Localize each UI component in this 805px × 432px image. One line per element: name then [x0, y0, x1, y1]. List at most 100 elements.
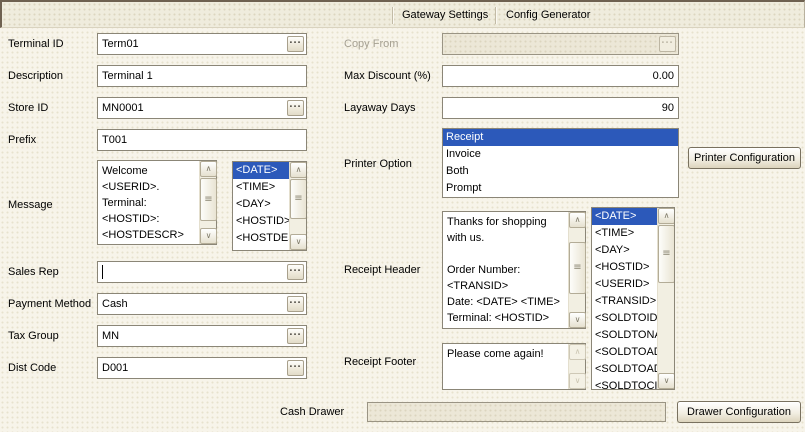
copy-from-browse-button: ...: [659, 36, 676, 52]
scroll-up-icon: ∧: [291, 163, 306, 177]
copy-from-field: ...: [442, 33, 679, 55]
scroll-down-icon: ∨: [201, 229, 216, 243]
sales-rep-label: Sales Rep: [8, 266, 59, 278]
toolbar-button-config-generator[interactable]: Config Generator: [502, 8, 594, 24]
list-item-soldtoname[interactable]: <SOLDTONAME>: [592, 327, 657, 344]
payment-method-browse-button[interactable]: ...: [287, 296, 304, 312]
list-item-invoice[interactable]: Invoice: [443, 146, 678, 163]
sales-rep-field[interactable]: ...: [97, 261, 307, 283]
terminal-id-field[interactable]: Term01 ...: [97, 33, 307, 55]
list-item-hostid[interactable]: <HOSTID>: [233, 213, 289, 230]
list-item-transid[interactable]: <TRANSID>: [592, 293, 657, 310]
list-item-date[interactable]: <DATE>: [592, 208, 657, 225]
cash-drawer-field: [367, 402, 666, 422]
receipt-tags-scrollbar[interactable]: ∧ ≡ ∨: [657, 208, 674, 389]
grip-icon: ≡: [659, 248, 674, 260]
scroll-thumb[interactable]: ≡: [290, 179, 307, 219]
tax-group-browse-button[interactable]: ...: [287, 328, 304, 344]
sales-rep-browse-button[interactable]: ...: [287, 264, 304, 280]
list-item-prompt[interactable]: Prompt: [443, 180, 678, 197]
toolbar-separator: [495, 7, 496, 24]
printer-option-label: Printer Option: [344, 158, 412, 170]
message-text: Welcome <USERID>. Terminal: <HOSTID>: <H…: [98, 162, 198, 243]
list-item-userid[interactable]: <USERID>: [592, 276, 657, 293]
message-tags-list[interactable]: <DATE> <TIME> <DAY> <HOSTID> <HOSTDESCR>…: [232, 161, 307, 251]
ellipsis-icon: ...: [288, 265, 303, 272]
receipt-tags-list[interactable]: <DATE> <TIME> <DAY> <HOSTID> <USERID> <T…: [591, 207, 675, 390]
list-item-receipt[interactable]: Receipt: [443, 129, 678, 146]
list-item-time[interactable]: <TIME>: [592, 225, 657, 242]
ellipsis-icon: ...: [288, 37, 303, 44]
list-item-time[interactable]: <TIME>: [233, 179, 289, 196]
message-tags-scrollbar[interactable]: ∧ ≡ ∨: [289, 162, 306, 250]
toolbar: Gateway Settings Config Generator: [0, 0, 805, 28]
layaway-days-label: Layaway Days: [344, 102, 416, 114]
receipt-header-textarea[interactable]: Thanks for shopping with us. Order Numbe…: [442, 211, 586, 329]
list-item-hostid[interactable]: <HOSTID>: [592, 259, 657, 276]
payment-method-label: Payment Method: [8, 298, 91, 310]
layaway-days-value: 90: [447, 98, 674, 118]
scroll-down-button[interactable]: ∨: [658, 373, 675, 389]
scroll-down-icon: ∨: [291, 235, 306, 249]
layaway-days-field[interactable]: 90: [442, 97, 679, 119]
printer-configuration-button[interactable]: Printer Configuration: [688, 147, 801, 169]
scroll-thumb[interactable]: ≡: [569, 242, 586, 294]
toolbar-button-gateway-settings[interactable]: Gateway Settings: [398, 8, 492, 24]
store-id-field[interactable]: MN0001 ...: [97, 97, 307, 119]
prefix-field[interactable]: T001: [97, 129, 307, 151]
grip-icon: ≡: [291, 193, 306, 205]
sales-rep-value: [102, 262, 284, 282]
scroll-thumb[interactable]: ≡: [200, 178, 217, 221]
ellipsis-icon: ...: [660, 37, 675, 44]
scroll-up-button[interactable]: ∧: [658, 208, 675, 224]
scroll-up-button[interactable]: ∧: [200, 161, 217, 177]
receipt-footer-scrollbar: ∧ ∨: [568, 344, 585, 389]
scroll-down-button[interactable]: ∨: [200, 228, 217, 244]
list-item-both[interactable]: Both: [443, 163, 678, 180]
list-item-date[interactable]: <DATE>: [233, 162, 289, 179]
max-discount-field[interactable]: 0.00: [442, 65, 679, 87]
store-id-browse-button[interactable]: ...: [287, 100, 304, 116]
list-item-day[interactable]: <DAY>: [592, 242, 657, 259]
scroll-up-icon: ∧: [201, 162, 216, 176]
scroll-up-icon: ∧: [659, 209, 674, 223]
dist-code-field[interactable]: D001 ...: [97, 357, 307, 379]
scroll-up-icon: ∧: [570, 213, 585, 227]
scroll-down-icon: ∨: [570, 313, 585, 327]
scroll-up-button[interactable]: ∧: [290, 162, 307, 178]
scroll-down-icon: ∨: [570, 374, 585, 388]
scroll-thumb[interactable]: ≡: [658, 225, 675, 283]
toolbar-separator: [392, 7, 393, 24]
payment-method-field[interactable]: Cash ...: [97, 293, 307, 315]
list-item-userid[interactable]: <USERID>: [233, 247, 289, 251]
list-item-hostdescr[interactable]: <HOSTDESCR>: [233, 230, 289, 247]
scroll-up-button[interactable]: ∧: [569, 212, 586, 228]
tax-group-field[interactable]: MN ...: [97, 325, 307, 347]
ellipsis-icon: ...: [288, 101, 303, 108]
list-item-soldtoaddr1[interactable]: <SOLDTOADDR1>: [592, 344, 657, 361]
receipt-footer-textarea[interactable]: Please come again! ∧ ∨: [442, 343, 586, 390]
terminal-id-browse-button[interactable]: ...: [287, 36, 304, 52]
receipt-header-scrollbar[interactable]: ∧ ≡ ∨: [568, 212, 585, 328]
list-item-day[interactable]: <DAY>: [233, 196, 289, 213]
list-item-soldtocity[interactable]: <SOLDTOCITY>: [592, 378, 657, 390]
dist-code-browse-button[interactable]: ...: [287, 360, 304, 376]
ellipsis-icon: ...: [288, 361, 303, 368]
store-id-value: MN0001: [102, 98, 284, 118]
scroll-down-button[interactable]: ∨: [569, 312, 586, 328]
list-item-soldtoaddr2[interactable]: <SOLDTOADDR2>: [592, 361, 657, 378]
drawer-configuration-button[interactable]: Drawer Configuration: [677, 401, 801, 423]
message-scrollbar[interactable]: ∧ ≡ ∨: [199, 161, 216, 244]
ellipsis-icon: ...: [288, 329, 303, 336]
tax-group-label: Tax Group: [8, 330, 59, 342]
scroll-down-button[interactable]: ∨: [290, 234, 307, 250]
description-field[interactable]: Terminal 1: [97, 65, 307, 87]
terminal-id-label: Terminal ID: [8, 38, 64, 50]
message-textarea[interactable]: Welcome <USERID>. Terminal: <HOSTID>: <H…: [97, 160, 217, 245]
receipt-header-text: Thanks for shopping with us. Order Numbe…: [443, 213, 567, 327]
description-label: Description: [8, 70, 63, 82]
printer-option-list[interactable]: Receipt Invoice Both Prompt: [442, 128, 679, 198]
receipt-header-label: Receipt Header: [344, 264, 420, 276]
list-item-soldtoid[interactable]: <SOLDTOID>: [592, 310, 657, 327]
scroll-down-icon: ∨: [659, 374, 674, 388]
